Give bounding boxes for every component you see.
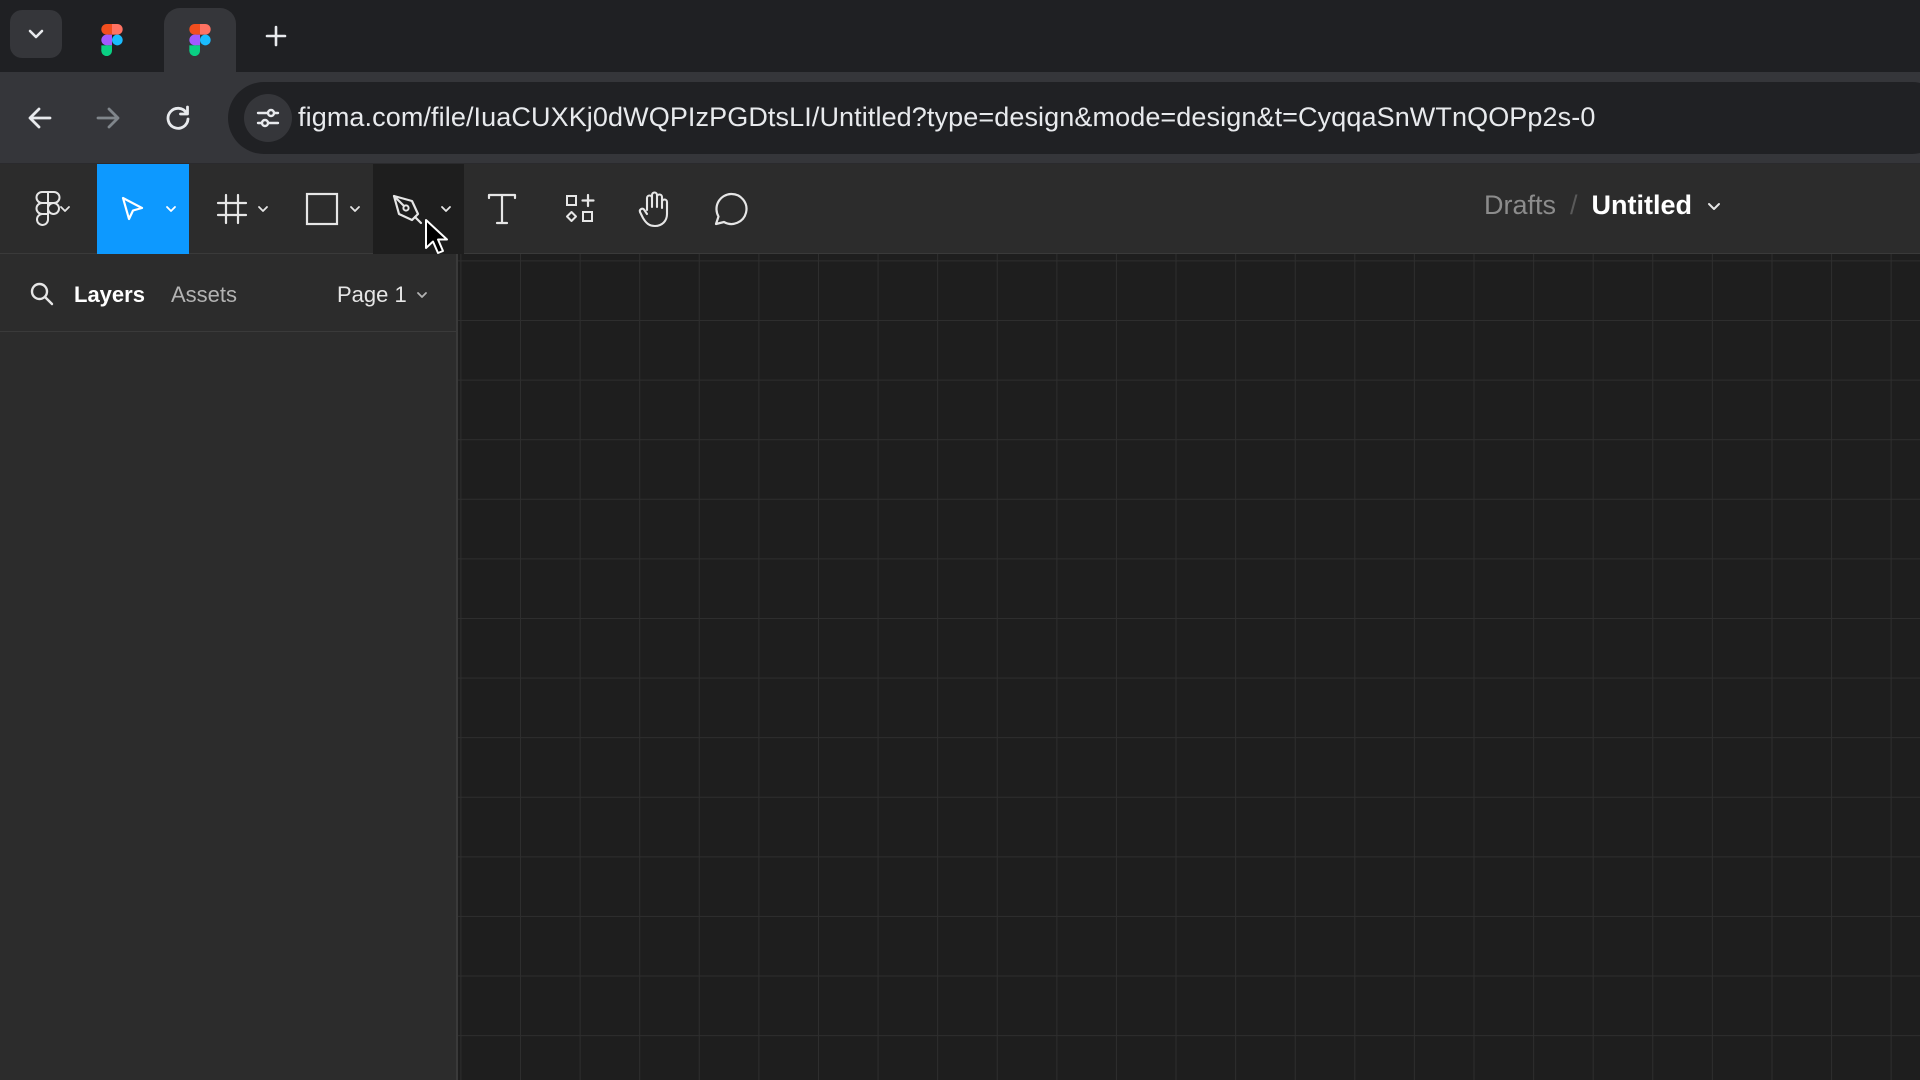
left-panel-header: Layers Assets Page 1	[0, 254, 458, 332]
back-button[interactable]	[16, 94, 64, 142]
forward-button[interactable]	[84, 94, 132, 142]
rectangle-icon	[305, 192, 339, 226]
plus-icon	[265, 25, 287, 47]
new-tab-button[interactable]	[254, 14, 298, 58]
pen-icon	[392, 194, 422, 225]
browser-tab-figma-1[interactable]	[80, 8, 144, 72]
main-menu-button[interactable]	[16, 164, 80, 254]
chevron-down-icon[interactable]	[1706, 198, 1722, 214]
design-canvas[interactable]	[458, 254, 1920, 1080]
text-icon	[487, 193, 517, 225]
chevron-down-icon	[58, 202, 72, 216]
url-text[interactable]: figma.com/file/IuaCUXKj0dWQPIzPGDtsLI/Un…	[298, 102, 1595, 133]
browser-tab-figma-2[interactable]	[164, 8, 236, 72]
comment-icon	[714, 192, 748, 226]
shape-tool-button[interactable]	[296, 164, 370, 254]
frame-tool-button[interactable]	[206, 164, 280, 254]
chevron-down-icon	[256, 202, 270, 216]
reload-button[interactable]	[154, 94, 202, 142]
breadcrumb-separator: /	[1570, 190, 1578, 220]
resources-icon	[566, 193, 595, 222]
comment-tool-button[interactable]	[703, 164, 759, 254]
pen-tool-button[interactable]	[373, 164, 464, 254]
file-title[interactable]: Untitled	[1592, 190, 1693, 221]
hand-icon	[638, 191, 669, 228]
arrow-right-icon	[96, 107, 120, 129]
arrow-left-icon	[28, 107, 52, 129]
tab-layers[interactable]: Layers	[74, 282, 145, 308]
page-selector-label: Page 1	[337, 282, 407, 307]
tab-search-button[interactable]	[10, 10, 62, 58]
breadcrumb-drafts[interactable]: Drafts	[1484, 190, 1556, 221]
file-breadcrumb: Drafts / Untitled	[1484, 190, 1722, 221]
browser-tab-strip	[0, 0, 1920, 72]
hand-tool-button[interactable]	[627, 164, 683, 254]
site-info-button[interactable]	[244, 94, 292, 142]
frame-icon	[216, 193, 248, 225]
tune-icon	[256, 108, 280, 128]
resources-tool-button[interactable]	[552, 164, 608, 254]
address-bar[interactable]: figma.com/file/IuaCUXKj0dWQPIzPGDtsLI/Un…	[228, 82, 1920, 154]
mouse-cursor-icon	[425, 219, 448, 254]
chevron-down-icon	[415, 288, 429, 302]
chevron-down-icon	[439, 202, 453, 216]
chevron-down-icon	[348, 202, 362, 216]
text-tool-button[interactable]	[474, 164, 530, 254]
layers-search-button[interactable]	[26, 278, 58, 310]
figma-icon	[189, 24, 211, 56]
page-selector[interactable]: Page 1	[337, 282, 429, 308]
left-panel: Layers Assets Page 1	[0, 254, 458, 1080]
browser-navigation-bar: figma.com/file/IuaCUXKj0dWQPIzPGDtsLI/Un…	[0, 72, 1920, 164]
tab-assets[interactable]: Assets	[171, 282, 237, 308]
chevron-down-icon	[28, 29, 44, 39]
reload-icon	[166, 105, 190, 130]
search-icon	[30, 282, 54, 306]
move-pointer-icon	[121, 196, 144, 221]
move-tool-button[interactable]	[97, 164, 189, 254]
chevron-down-icon	[164, 202, 178, 216]
figma-icon	[101, 24, 123, 56]
